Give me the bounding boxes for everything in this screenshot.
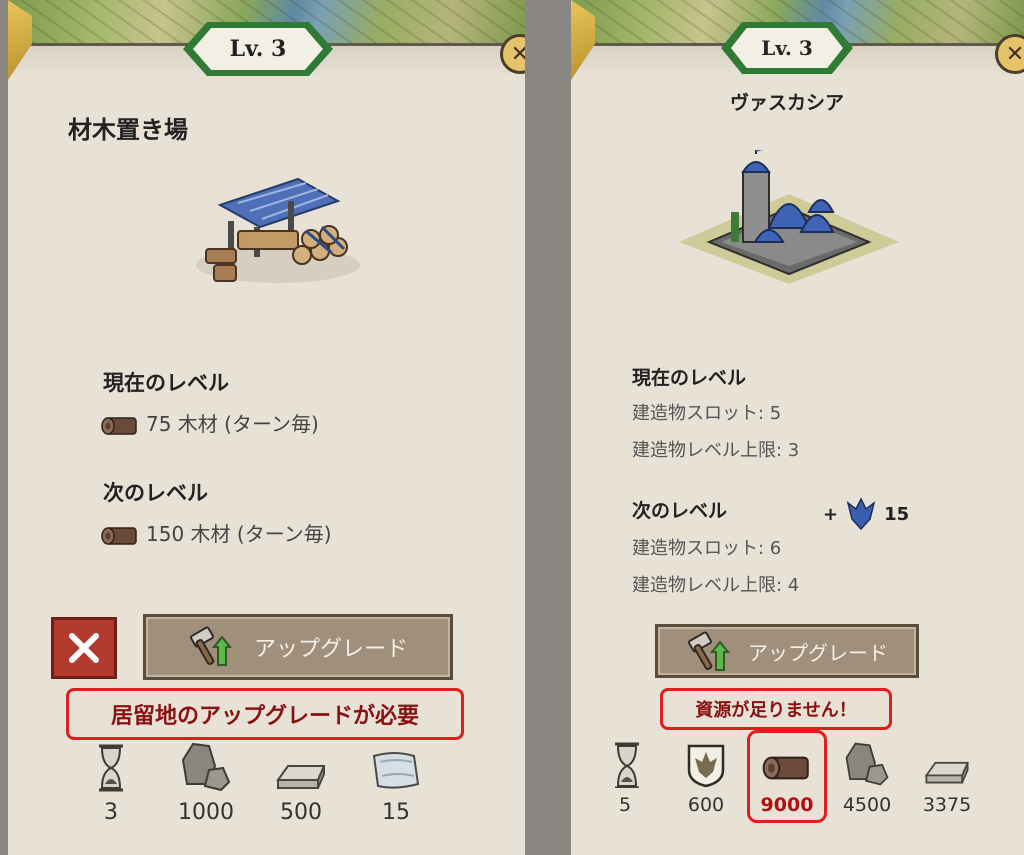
wood-log-icon <box>101 526 137 545</box>
iron-ingot-icon <box>277 765 325 789</box>
current-level-heading: 現在のレベル <box>103 371 229 395</box>
wood-log-icon <box>762 756 809 780</box>
next-building-slots: 建造物スロット: 6 <box>632 538 782 559</box>
current-level-heading: 現在のレベル <box>632 367 747 389</box>
wood-log-icon <box>101 416 137 435</box>
upgrade-button-label: アップグレード <box>748 640 888 665</box>
upgrade-button-label: アップグレード <box>253 637 408 662</box>
resource-cost-wood: 9000 <box>747 738 827 816</box>
resource-cost-cloth: 15 <box>356 738 436 825</box>
warning-message: 居留地のアップグレードが必要 <box>66 688 464 740</box>
settlement-castle-image <box>679 150 899 284</box>
level-text: Lv. 3 <box>193 28 323 70</box>
warning-message: 資源が足りません！ <box>660 688 892 730</box>
resource-cost-stone: 4500 <box>827 738 907 816</box>
building-title: 材木置き場 <box>68 116 188 144</box>
resource-value: 3375 <box>922 794 972 816</box>
hourglass-icon <box>613 742 641 788</box>
upgrade-button[interactable]: アップグレード <box>143 614 453 680</box>
lumber-yard-upgrade-panel: Lv. 3 ✕ 材木置き場 現在のレベル 75 木材 (ターン毎) 次のレベル … <box>8 0 525 855</box>
settlement-title: ヴァスカシア <box>729 92 844 114</box>
resource-value: 15 <box>382 800 410 825</box>
resource-cost-time: 3 <box>71 738 151 825</box>
hammer-upgrade-icon <box>189 625 231 666</box>
next-building-level-cap: 建造物レベル上限: 4 <box>632 575 800 596</box>
iron-ingot-icon <box>925 761 969 784</box>
cloth-icon <box>373 752 419 789</box>
upgrade-button[interactable]: アップグレード <box>655 624 919 678</box>
resource-value: 600 <box>687 794 725 816</box>
level-badge: Lv. 3 <box>183 22 333 76</box>
resource-cost-stone: 1000 <box>166 738 246 825</box>
resource-value: 9000 <box>760 794 814 816</box>
next-production-value: 150 木材 (ターン毎) <box>146 522 332 546</box>
resource-value: 4500 <box>842 794 892 816</box>
resource-value: 3 <box>104 800 118 825</box>
next-level-bonus: + 15 <box>823 497 909 531</box>
current-building-slots: 建造物スロット: 5 <box>632 403 782 424</box>
bonus-value: 15 <box>884 503 910 525</box>
hammer-upgrade-icon <box>687 630 729 671</box>
hourglass-icon <box>97 744 125 792</box>
bonus-prefix: + <box>823 503 839 525</box>
emblem-icon <box>846 497 876 531</box>
current-production-value: 75 木材 (ターン毎) <box>146 412 319 436</box>
next-level-row: 150 木材 (ターン毎) <box>100 518 332 550</box>
resource-value: 500 <box>280 800 322 825</box>
level-text: Lv. 3 <box>731 28 843 68</box>
current-building-level-cap: 建造物レベル上限: 3 <box>632 440 800 461</box>
next-level-heading: 次のレベル <box>632 500 728 522</box>
stone-icon <box>182 743 230 791</box>
lumber-yard-building-image <box>196 177 360 283</box>
stone-icon <box>845 742 889 786</box>
resource-value: 1000 <box>178 800 234 825</box>
level-badge: Lv. 3 <box>721 22 853 74</box>
resource-cost-time: 5 <box>585 738 665 816</box>
resource-cost-iron: 3375 <box>907 738 987 816</box>
resource-cost-emblem: 600 <box>666 738 746 816</box>
cancel-button[interactable] <box>51 617 117 679</box>
resource-value: 5 <box>618 794 632 816</box>
emblem-icon <box>687 744 725 788</box>
close-x-icon <box>69 633 99 663</box>
current-level-row: 75 木材 (ターン毎) <box>100 408 319 440</box>
vaskasia-upgrade-panel: Lv. 3 ✕ ヴァスカシア 現在のレベル 建造物スロット: 5 建造物レベル上… <box>571 0 1024 855</box>
resource-cost-iron: 500 <box>261 738 341 825</box>
next-level-heading: 次のレベル <box>103 481 208 505</box>
